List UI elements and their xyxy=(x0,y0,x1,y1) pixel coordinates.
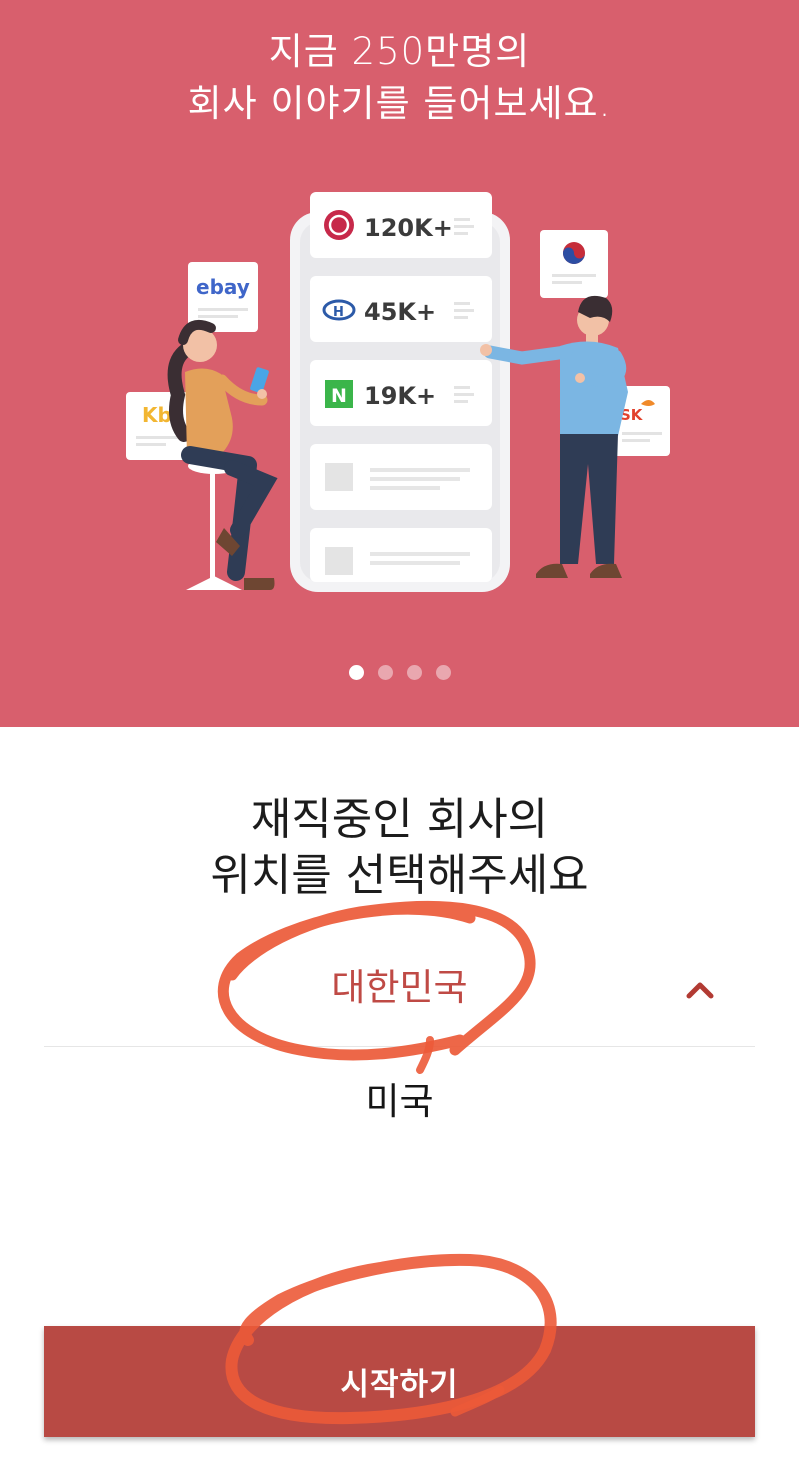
woman-illustration xyxy=(167,320,278,590)
pager-dot[interactable] xyxy=(406,665,422,680)
start-button[interactable]: 시작하기 xyxy=(44,1326,755,1437)
naver-logo-icon: N xyxy=(331,385,347,407)
placeholder-card xyxy=(310,444,492,510)
placeholder-card xyxy=(310,528,492,582)
question-line1: 재직중인 회사의 xyxy=(250,794,549,845)
location-question: 재직중인 회사의 위치를 선택해주세요 xyxy=(0,792,799,904)
company-card-hyundai: H 45K+ xyxy=(310,276,492,342)
country-option-usa[interactable]: 미국 xyxy=(0,1076,799,1128)
card-count-lg: 120K+ xyxy=(364,214,453,242)
chevron-up-icon[interactable] xyxy=(681,972,719,1010)
pager-dot[interactable] xyxy=(377,665,393,680)
picker-divider xyxy=(44,1046,755,1047)
svg-text:H: H xyxy=(333,305,344,320)
ebay-logo-icon: ebay xyxy=(196,275,250,299)
question-line2: 위치를 선택해주세요 xyxy=(210,850,589,901)
company-card-naver: N 19K+ xyxy=(310,360,492,426)
card-count-naver: 19K+ xyxy=(364,382,436,410)
carousel-pager xyxy=(0,665,799,680)
annotation-scribble-country xyxy=(416,1036,434,1074)
start-button-label: 시작하기 xyxy=(340,1367,459,1403)
company-card-lg: 120K+ xyxy=(310,192,492,258)
country-picker-selected[interactable]: 대한민국 xyxy=(0,962,799,1014)
pager-dot-active[interactable] xyxy=(348,665,364,680)
onboarding-hero: 지금 250만명의 회사 이야기를 들어보세요. 120K+ H 45K+ N … xyxy=(0,0,799,727)
korean-air-logo-card xyxy=(540,230,608,298)
kb-logo-icon: Kb xyxy=(142,403,172,427)
pager-dot[interactable] xyxy=(435,665,451,680)
card-count-hyundai: 45K+ xyxy=(364,298,436,326)
hero-illustration: 120K+ H 45K+ N 19K+ ebay Kb SK xyxy=(126,192,670,592)
